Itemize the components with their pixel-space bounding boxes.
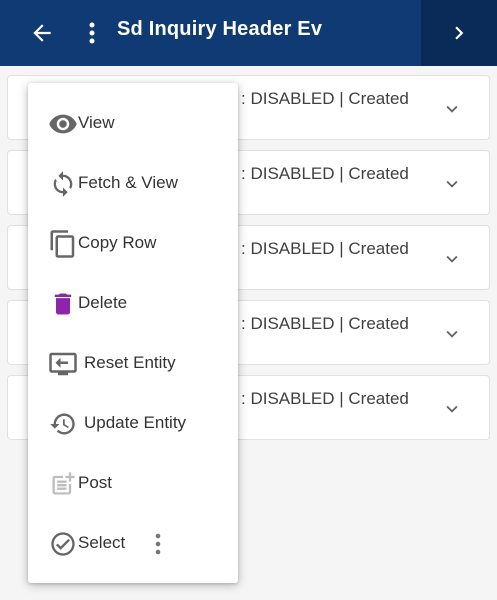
menu-item-label: Select xyxy=(78,533,126,552)
reset-icon xyxy=(48,349,78,379)
post-icon xyxy=(48,469,78,499)
menu-item-post[interactable]: Post xyxy=(28,453,238,513)
back-button[interactable] xyxy=(26,17,58,49)
header-more-button[interactable] xyxy=(80,17,104,49)
item-status: : DISABLED | Created xyxy=(241,389,409,408)
more-vertical-icon xyxy=(89,22,95,44)
item-status: : DISABLED | Created xyxy=(241,89,409,108)
menu-item-label: Copy Row xyxy=(78,233,157,252)
trash-icon xyxy=(48,289,78,319)
menu-item-label: Fetch & View xyxy=(78,173,178,192)
menu-item-view[interactable]: View xyxy=(28,93,238,153)
menu-item-fetch-view[interactable]: Fetch & View xyxy=(28,153,238,213)
menu-item-select[interactable]: Select xyxy=(28,513,238,573)
next-button[interactable] xyxy=(421,0,497,66)
chevron-down-icon[interactable] xyxy=(441,98,463,120)
history-icon xyxy=(48,409,78,439)
chevron-right-icon xyxy=(455,26,464,40)
item-status: : DISABLED | Created xyxy=(241,314,409,333)
item-status: : DISABLED | Created xyxy=(241,239,409,258)
chevron-down-icon[interactable] xyxy=(441,323,463,345)
menu-item-copy-row[interactable]: Copy Row xyxy=(28,213,238,273)
chevron-down-icon[interactable] xyxy=(441,248,463,270)
app-bar: Sd Inquiry Header Ev xyxy=(0,0,497,66)
chevron-down-icon[interactable] xyxy=(441,398,463,420)
menu-item-label: Post xyxy=(78,473,113,492)
refresh-icon xyxy=(48,169,78,199)
check-circle-icon xyxy=(48,529,78,559)
context-menu: View Fetch & View Copy Row Delete Reset … xyxy=(28,83,238,583)
menu-item-update-entity[interactable]: Update Entity xyxy=(28,393,238,453)
menu-item-label: Update Entity xyxy=(84,413,187,432)
menu-item-delete[interactable]: Delete xyxy=(28,273,238,333)
arrow-left-icon xyxy=(33,24,51,42)
item-status: : DISABLED | Created xyxy=(241,164,409,183)
eye-icon xyxy=(48,109,78,139)
menu-item-label: Reset Entity xyxy=(84,353,176,372)
more-vertical-icon[interactable] xyxy=(148,531,168,557)
page-title: Sd Inquiry Header Ev xyxy=(117,18,323,40)
chevron-down-icon[interactable] xyxy=(441,173,463,195)
menu-item-reset-entity[interactable]: Reset Entity xyxy=(28,333,238,393)
menu-item-label: View xyxy=(78,113,115,132)
copy-icon xyxy=(48,229,78,259)
menu-item-label: Delete xyxy=(78,293,128,312)
